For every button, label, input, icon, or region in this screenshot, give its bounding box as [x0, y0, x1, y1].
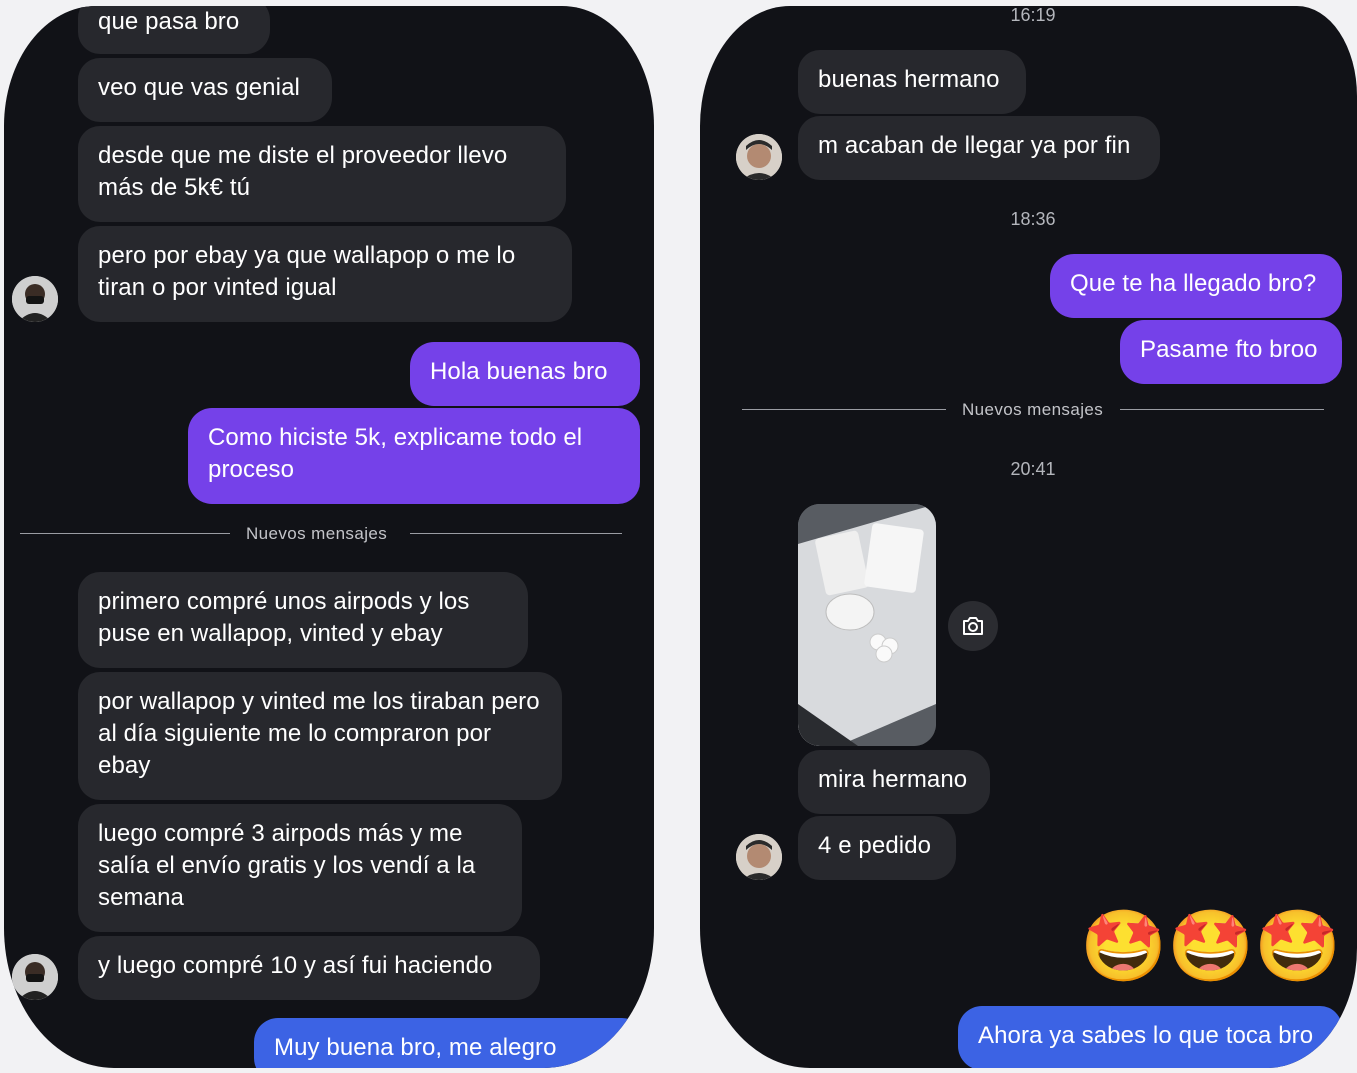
contact-avatar[interactable]	[736, 134, 782, 180]
emoji-reaction-message[interactable]: 🤩🤩🤩	[1080, 904, 1341, 988]
separator-line	[410, 533, 622, 534]
contact-avatar[interactable]	[736, 834, 782, 880]
avatar-photo-icon	[736, 834, 782, 880]
airpods-boxes-image	[798, 504, 936, 746]
message-outgoing[interactable]: Como hiciste 5k, explicame todo el proce…	[188, 408, 640, 504]
separator-line	[20, 533, 230, 534]
message-outgoing[interactable]: Pasame fto broo	[1120, 320, 1342, 384]
message-incoming[interactable]: desde que me diste el proveedor llevo má…	[78, 126, 566, 222]
contact-avatar[interactable]	[12, 954, 58, 1000]
separator-line	[1120, 409, 1324, 410]
avatar-photo-icon	[12, 954, 58, 1000]
new-messages-label: Nuevos mensajes	[962, 400, 1104, 419]
message-text: Muy buena bro, me alegro	[274, 1034, 557, 1061]
message-incoming[interactable]: y luego compré 10 y así fui haciendo	[78, 936, 540, 1000]
message-incoming[interactable]: buenas hermano	[798, 50, 1026, 114]
message-outgoing[interactable]: Muy buena bro, me alegro	[254, 1018, 644, 1068]
avatar-photo-icon	[12, 276, 58, 322]
message-incoming[interactable]: veo que vas genial	[78, 58, 332, 122]
contact-avatar[interactable]	[12, 276, 58, 322]
message-incoming[interactable]: m acaban de llegar ya por fin	[798, 116, 1160, 180]
message-outgoing[interactable]: Que te ha llegado bro?	[1050, 254, 1342, 318]
message-incoming[interactable]: que pasa bro	[78, 6, 270, 54]
message-incoming[interactable]: primero compré unos airpods y los puse e…	[78, 572, 528, 668]
timestamp: 18:36	[1010, 209, 1056, 229]
message-incoming[interactable]: luego compré 3 airpods más y me salía el…	[78, 804, 522, 932]
separator-line	[742, 409, 946, 410]
chat-screen-left: que pasa bro veo que vas genial desde qu…	[4, 6, 654, 1068]
chat-screen-right: 16:19 buenas hermano m acaban de llegar …	[700, 6, 1357, 1068]
message-incoming[interactable]: pero por ebay ya que wallapop o me lo ti…	[78, 226, 572, 322]
message-outgoing[interactable]: Hola buenas bro	[410, 342, 640, 406]
shared-photo[interactable]	[798, 504, 936, 746]
timestamp: 16:19	[1010, 6, 1056, 25]
view-photo-button[interactable]	[948, 601, 998, 651]
message-incoming[interactable]: por wallapop y vinted me los tiraban per…	[78, 672, 562, 800]
message-incoming[interactable]: mira hermano	[798, 750, 990, 814]
message-incoming[interactable]: 4 e pedido	[798, 816, 956, 880]
timestamp: 20:41	[1010, 459, 1056, 479]
new-messages-label: Nuevos mensajes	[246, 524, 388, 543]
camera-icon	[963, 617, 983, 635]
avatar-photo-icon	[736, 134, 782, 180]
message-outgoing[interactable]: Ahora ya sabes lo que toca bro	[958, 1006, 1342, 1068]
